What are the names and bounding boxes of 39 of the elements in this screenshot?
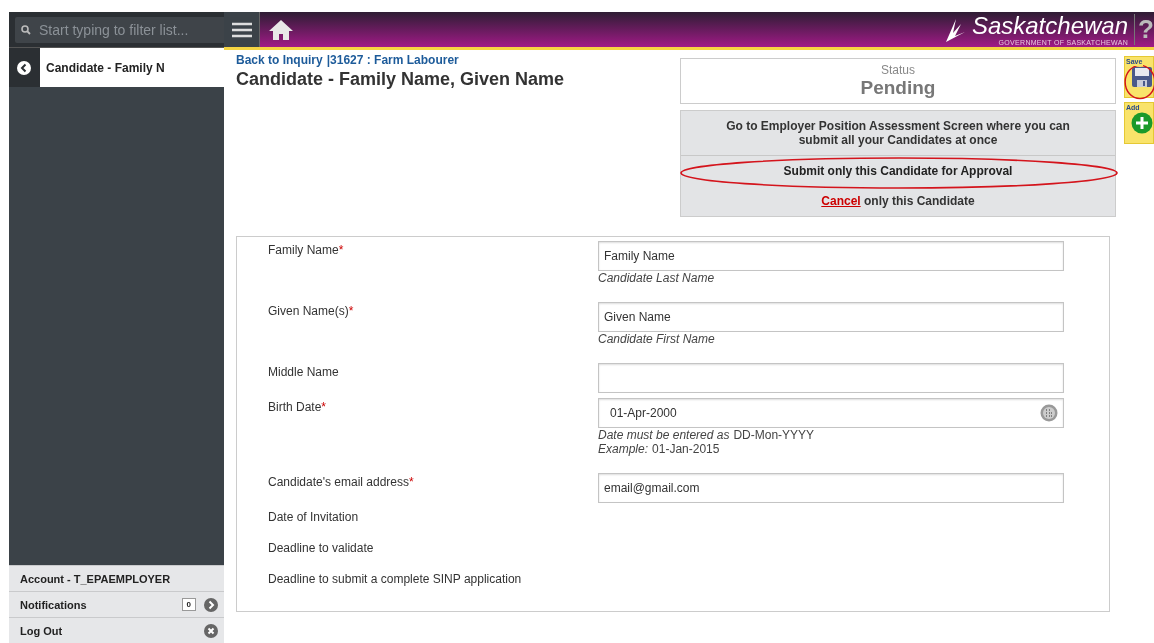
status-label: Status	[881, 63, 915, 77]
input-field[interactable]: email@gmail.com	[598, 473, 1064, 503]
notification-count: 0	[181, 598, 196, 611]
field-label: Deadline to validate	[267, 540, 375, 557]
input-field[interactable]	[598, 363, 1064, 393]
breadcrumb-text: |31627 : Farm Labourer	[326, 53, 459, 67]
help-link[interactable]: ?	[1134, 14, 1154, 45]
field-label: Deadline to submit a complete SINP application	[267, 571, 523, 588]
calendar-icon[interactable]	[1040, 404, 1058, 422]
plus-icon	[1131, 112, 1153, 134]
field-hint: Candidate Last Name	[598, 271, 716, 285]
field-hint: Date must be entered as DD-Mon-YYYY	[598, 428, 816, 442]
notifications-link[interactable]: Notifications	[20, 598, 174, 611]
chevron-right-icon[interactable]	[204, 597, 218, 612]
input-field[interactable]: Family Name	[598, 241, 1064, 271]
field-label: Given Name(s)*	[267, 303, 355, 320]
status-value: Pending	[860, 77, 936, 99]
brand-name: Saskatchewan	[971, 13, 1128, 38]
field-hint: Example: 01-Jan-2015	[598, 442, 721, 456]
account-label: Account - T_EPAEMPLOYER	[20, 572, 172, 585]
cancel-text: only this Candidate	[864, 194, 975, 208]
close-icon[interactable]	[204, 623, 218, 638]
sidebar-item[interactable]: Candidate - Family N	[40, 48, 224, 87]
breadcrumb-link[interactable]: Back to Inquiry	[236, 53, 323, 67]
cancel-link[interactable]: Cancel	[821, 194, 861, 208]
field-label: Birth Date*	[267, 399, 328, 416]
field-label: Date of Invitation	[267, 509, 360, 526]
field-label: Middle Name	[267, 364, 340, 381]
date-field[interactable]: 01-Apr-2000	[598, 398, 1064, 428]
page-title: Candidate - Family Name, Given Name	[236, 69, 565, 90]
field-label: Family Name*	[267, 242, 345, 259]
field-hint: Candidate First Name	[598, 332, 716, 346]
menu-button[interactable]	[224, 12, 260, 47]
back-icon[interactable]	[17, 60, 31, 75]
menu-icon	[231, 21, 252, 38]
home-icon[interactable]	[268, 18, 294, 41]
field-label: Candidate's email address*	[267, 474, 415, 491]
search-icon	[21, 24, 31, 35]
input-field[interactable]: Given Name	[598, 302, 1064, 332]
